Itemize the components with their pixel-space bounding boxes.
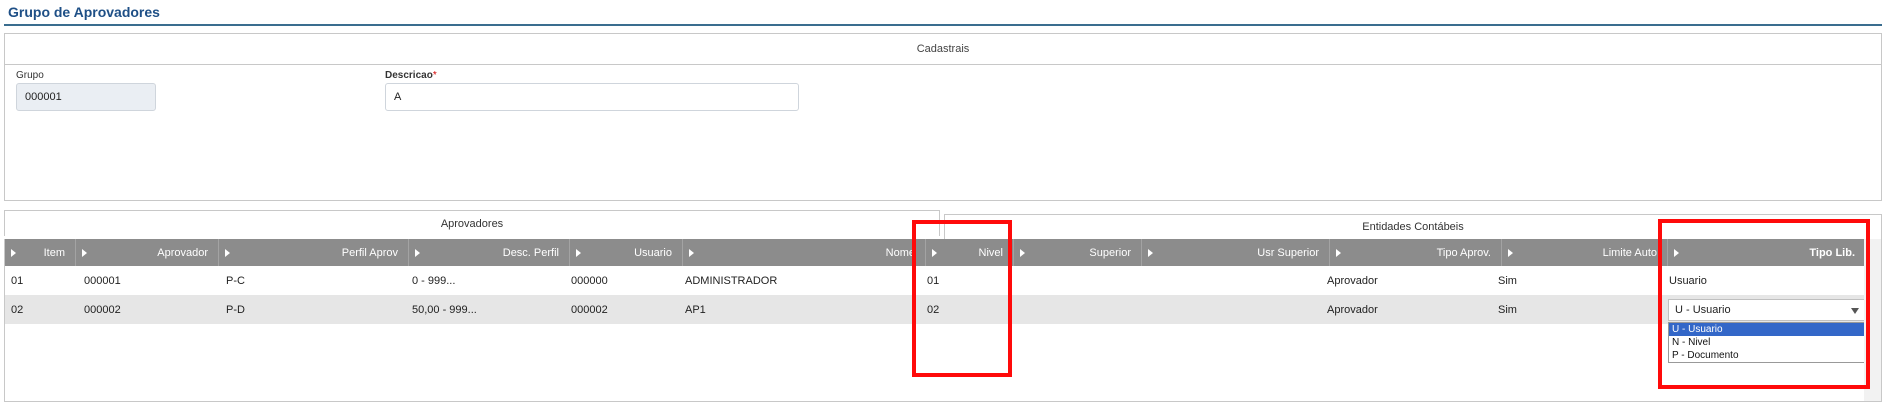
col-perfil-aprov[interactable]: Perfil Aprov: [219, 239, 409, 266]
col-label: Aprovador: [157, 246, 208, 259]
col-desc-perfil[interactable]: Desc. Perfil: [409, 239, 570, 266]
col-superior[interactable]: Superior: [1014, 239, 1142, 266]
cell-limite-auto: Sim: [1498, 303, 1517, 316]
col-label: Perfil Aprov: [341, 246, 398, 259]
highlight-box-tipo-lib: [1658, 219, 1870, 389]
descricao-field[interactable]: A: [385, 83, 799, 111]
cell-nome: AP1: [685, 303, 706, 316]
sort-arrow-icon: [225, 249, 230, 257]
descricao-label-text: Descricao: [385, 70, 433, 81]
title-divider: [4, 24, 1882, 26]
sort-arrow-icon: [1148, 249, 1153, 257]
col-label: Superior: [1089, 246, 1131, 259]
sort-arrow-icon: [689, 249, 694, 257]
cell-limite-auto: Sim: [1498, 274, 1517, 287]
sort-arrow-icon: [576, 249, 581, 257]
col-label: Nome: [885, 246, 915, 259]
cell-usuario: 000000: [571, 274, 608, 287]
col-usuario[interactable]: Usuario: [570, 239, 683, 266]
cell-perfil: P-C: [226, 274, 245, 287]
col-label: Tipo Aprov.: [1436, 246, 1491, 259]
cell-tipo-aprov: Aprovador: [1327, 303, 1378, 316]
grupo-label: Grupo: [16, 70, 44, 81]
page-title: Grupo de Aprovadores: [8, 4, 160, 20]
col-label: Limite Auto: [1602, 246, 1657, 259]
cadastrais-header: Cadastrais: [5, 34, 1881, 65]
sort-arrow-icon: [1508, 249, 1513, 257]
sort-arrow-icon: [1020, 249, 1025, 257]
cell-perfil: P-D: [226, 303, 245, 316]
cell-usuario: 000002: [571, 303, 608, 316]
col-label: Desc. Perfil: [502, 246, 559, 259]
cell-aprovador: 000001: [84, 274, 121, 287]
sort-arrow-icon: [82, 249, 87, 257]
col-item[interactable]: Item: [5, 239, 76, 266]
cell-desc-perfil: 0 - 999...: [412, 274, 456, 287]
descricao-label: Descricao*: [385, 70, 437, 81]
grupo-field[interactable]: 000001: [16, 83, 156, 111]
col-tipo-aprov[interactable]: Tipo Aprov.: [1330, 239, 1502, 266]
tab-aprovadores[interactable]: Aprovadores: [4, 210, 940, 236]
required-mark: *: [432, 70, 437, 81]
cadastrais-section: Cadastrais Grupo 000001 Descricao* A: [4, 33, 1882, 201]
col-usr-superior[interactable]: Usr Superior: [1142, 239, 1330, 266]
cell-item: 01: [11, 274, 24, 287]
cell-tipo-aprov: Aprovador: [1327, 274, 1378, 287]
sort-arrow-icon: [11, 249, 16, 257]
cell-desc-perfil: 50,00 - 999...: [412, 303, 477, 316]
cell-aprovador: 000002: [84, 303, 121, 316]
highlight-box-nivel: [912, 220, 1012, 377]
col-aprovador[interactable]: Aprovador: [76, 239, 219, 266]
col-limite-auto[interactable]: Limite Auto: [1502, 239, 1668, 266]
col-label: Usr Superior: [1257, 246, 1319, 259]
sort-arrow-icon: [1336, 249, 1341, 257]
cell-item: 02: [11, 303, 24, 316]
col-label: Usuario: [634, 246, 672, 259]
sort-arrow-icon: [415, 249, 420, 257]
col-nome[interactable]: Nome: [683, 239, 926, 266]
cell-nome: ADMINISTRADOR: [685, 274, 778, 287]
